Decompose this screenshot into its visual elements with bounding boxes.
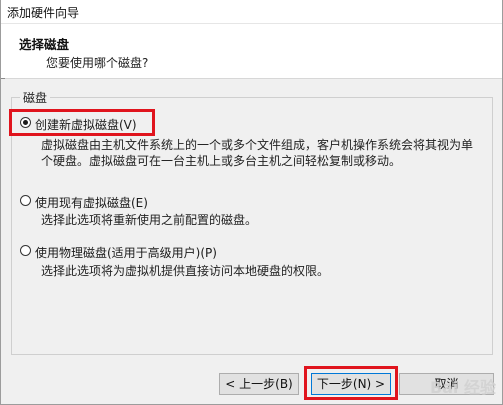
- option-use-physical-label[interactable]: 使用物理磁盘(适用于高级用户)(P): [35, 244, 217, 261]
- option-use-existing-label[interactable]: 使用现有虚拟磁盘(E): [35, 194, 148, 211]
- option-create-new-description: 虚拟磁盘由主机文件系统上的一个或多个文件组成，客户机操作系统会将其视为单 个硬盘…: [41, 137, 473, 169]
- option-use-physical-description: 选择此选项将为虚拟机提供直接访问本地硬盘的权限。: [41, 263, 329, 279]
- wizard-header: 选择磁盘 您要使用哪个磁盘?: [1, 24, 502, 79]
- window-title: 添加硬件向导: [7, 6, 80, 20]
- highlight-box-create-option: [9, 109, 155, 136]
- page-subtitle: 您要使用哪个磁盘?: [46, 56, 149, 70]
- radio-use-physical-icon[interactable]: [20, 245, 31, 256]
- radio-use-existing-icon[interactable]: [20, 195, 31, 206]
- title-bar[interactable]: 添加硬件向导: [1, 0, 502, 24]
- page-title: 选择磁盘: [19, 37, 70, 52]
- option-use-existing-description: 选择此选项将重新使用之前配置的磁盘。: [41, 212, 257, 228]
- groupbox-label: 磁盘: [20, 89, 51, 106]
- watermark-logo: Bai 经验: [429, 378, 496, 397]
- description-line: 个硬盘。虚拟磁盘可在一台主机上或多台主机之间轻松复制或移动。: [41, 154, 402, 168]
- highlight-box-next-button: [304, 366, 398, 400]
- edge-marker: [1, 78, 5, 79]
- add-hardware-wizard-window: 添加硬件向导 选择磁盘 您要使用哪个磁盘? 磁盘 创建新虚拟磁盘(V) 虚拟磁盘…: [0, 0, 503, 405]
- description-line: 选择此选项将重新使用之前配置的磁盘。: [41, 213, 258, 227]
- description-line: 虚拟磁盘由主机文件系统上的一个或多个文件组成，客户机操作系统会将其视为单: [41, 138, 474, 152]
- back-button[interactable]: < 上一步(B): [219, 373, 299, 395]
- description-line: 选择此选项将为虚拟机提供直接访问本地硬盘的权限。: [41, 264, 330, 278]
